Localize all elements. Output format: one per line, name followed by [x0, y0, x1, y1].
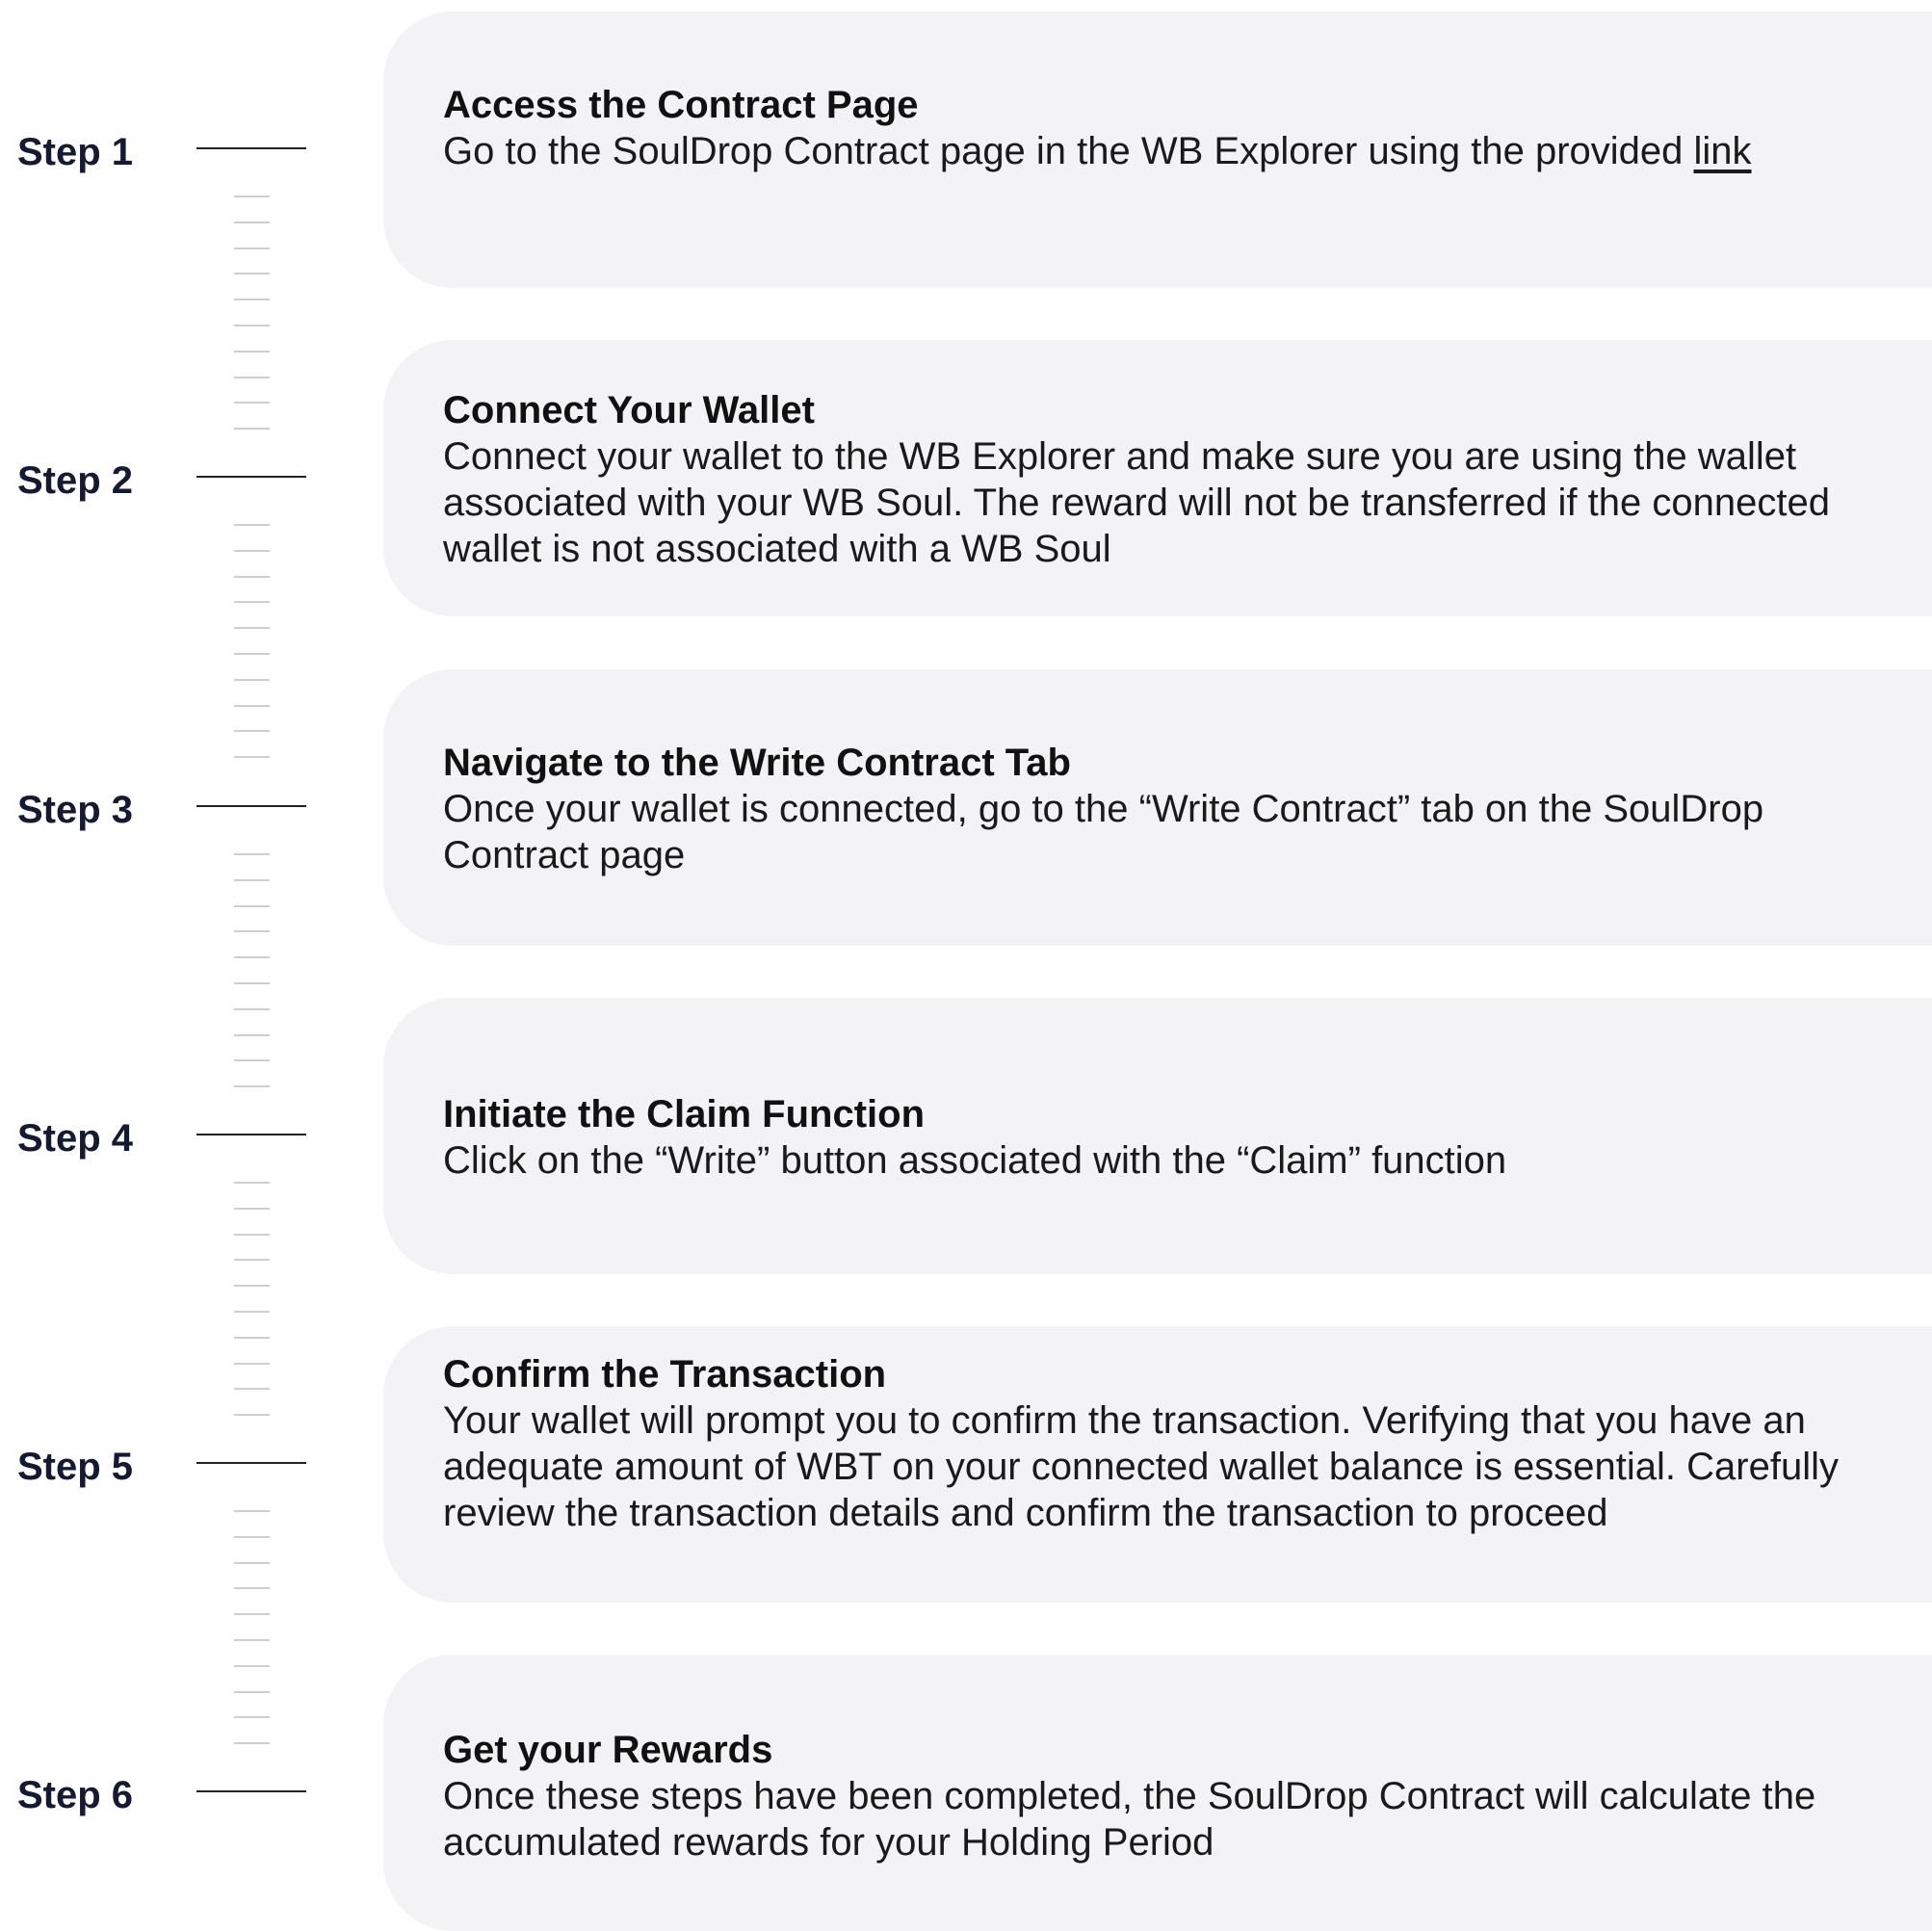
- timeline-tick: [234, 627, 270, 630]
- timeline-tick: [234, 402, 270, 404]
- step-marker-line: [196, 476, 306, 478]
- step-title: Connect Your Wallet: [443, 389, 815, 431]
- step-card-4-content: Initiate the Claim Function Click on the…: [443, 1091, 1907, 1184]
- timeline-tick: [234, 704, 270, 707]
- timeline-tick: [234, 1414, 270, 1417]
- step-marker-line: [196, 1790, 306, 1792]
- timeline-tick: [234, 524, 270, 526]
- timeline-tick: [234, 1664, 270, 1667]
- timeline-tick: [234, 1207, 270, 1210]
- timeline-tick: [234, 982, 270, 984]
- timeline-tick: [234, 730, 270, 733]
- step-card-5-content: Confirm the Transaction Your wallet will…: [443, 1351, 1907, 1536]
- timeline-tick: [234, 376, 270, 378]
- step-description: Once these steps have been completed, th…: [443, 1775, 1816, 1864]
- timeline-tick: [234, 1182, 270, 1184]
- timeline-tick: [234, 1362, 270, 1365]
- timeline-tick: [234, 350, 270, 352]
- timeline-tick: [234, 1336, 270, 1339]
- step-card-2-content: Connect Your Wallet Connect your wallet …: [443, 387, 1907, 572]
- step-title: Navigate to the Write Contract Tab: [443, 742, 1071, 784]
- timeline-tick: [234, 549, 270, 552]
- step-label-5: Step 5: [17, 1446, 134, 1488]
- step-marker-line: [196, 1462, 306, 1464]
- step-label-4: Step 4: [17, 1117, 134, 1160]
- timeline-tick: [234, 601, 270, 604]
- timeline-tick: [234, 273, 270, 275]
- timeline-tick: [234, 1059, 270, 1062]
- step-marker-line: [196, 805, 306, 807]
- step-card-3-content: Navigate to the Write Contract Tab Once …: [443, 740, 1907, 878]
- step-card-1-content: Access the Contract Page Go to the SoulD…: [443, 82, 1907, 174]
- step-description-text: Go to the SoulDrop Contract page in the …: [443, 130, 1694, 172]
- timeline-tick: [234, 299, 270, 301]
- step-marker-line: [196, 147, 306, 149]
- step-marker-line: [196, 1134, 306, 1135]
- step-label-2: Step 2: [17, 459, 134, 502]
- step-description: Connect your wallet to the WB Explorer a…: [443, 435, 1830, 570]
- timeline-tick: [234, 1561, 270, 1564]
- timeline-tick: [234, 1007, 270, 1010]
- step-label-6: Step 6: [17, 1774, 134, 1816]
- timeline-tick: [234, 575, 270, 578]
- timeline-tick: [234, 678, 270, 681]
- timeline-tick: [234, 904, 270, 907]
- step-description: Click on the “Write” button associated w…: [443, 1139, 1507, 1182]
- timeline-tick: [234, 1233, 270, 1236]
- timeline-tick: [234, 653, 270, 655]
- timeline-tick: [234, 878, 270, 881]
- timeline-tick: [234, 956, 270, 959]
- timeline-tick: [234, 247, 270, 249]
- step-title: Initiate the Claim Function: [443, 1093, 926, 1135]
- timeline-tick: [234, 1285, 270, 1288]
- timeline-tick: [234, 1510, 270, 1512]
- timeline-tick: [234, 1535, 270, 1538]
- timeline-tick: [234, 1388, 270, 1391]
- timeline-tick: [234, 1311, 270, 1313]
- step-description: Your wallet will prompt you to confirm t…: [443, 1399, 1839, 1534]
- contract-page-link[interactable]: link: [1694, 130, 1752, 172]
- timeline-tick: [234, 930, 270, 933]
- timeline-tick: [234, 1085, 270, 1088]
- timeline-tick: [234, 1690, 270, 1693]
- step-description: Go to the SoulDrop Contract page in the …: [443, 128, 1907, 174]
- timeline-tick: [234, 1742, 270, 1745]
- step-title: Access the Contract Page: [443, 84, 919, 126]
- timeline-tick: [234, 853, 270, 855]
- timeline-tick: [234, 325, 270, 326]
- step-description: Once your wallet is connected, go to the…: [443, 788, 1764, 876]
- timeline-tick: [234, 1259, 270, 1262]
- timeline-tick: [234, 1033, 270, 1036]
- step-title: Get your Rewards: [443, 1729, 773, 1771]
- timeline-tick: [234, 1639, 270, 1641]
- timeline-tick: [234, 428, 270, 431]
- timeline-tick: [234, 196, 270, 197]
- timeline-tick: [234, 221, 270, 223]
- step-title: Confirm the Transaction: [443, 1353, 887, 1396]
- timeline-tick: [234, 1613, 270, 1616]
- step-card-6-content: Get your Rewards Once these steps have b…: [443, 1727, 1907, 1866]
- timeline-tick: [234, 1587, 270, 1590]
- timeline-tick: [234, 1716, 270, 1719]
- step-label-1: Step 1: [17, 131, 134, 173]
- step-label-3: Step 3: [17, 789, 134, 831]
- timeline-tick: [234, 756, 270, 759]
